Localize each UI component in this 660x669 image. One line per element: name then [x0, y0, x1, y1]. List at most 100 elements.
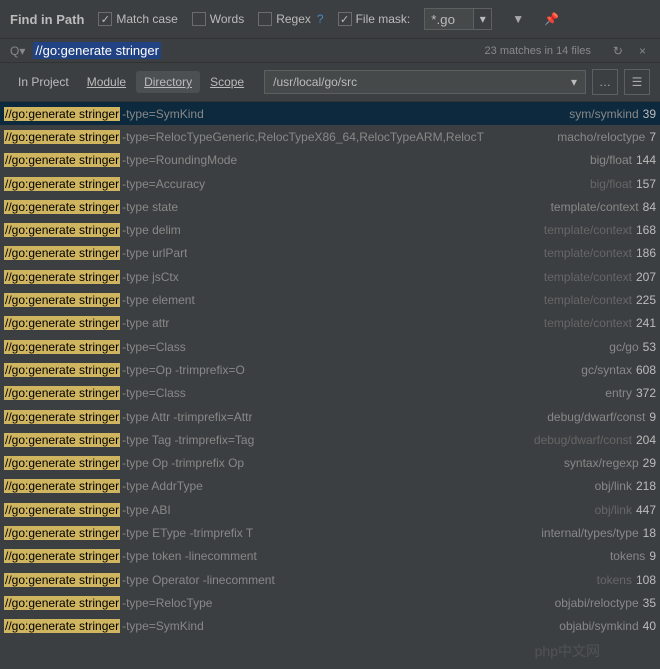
match-highlight: //go:generate stringer [4, 153, 120, 167]
header-bar: Find in Path Match case Words Regex ? Fi… [0, 0, 660, 39]
line-number: 35 [643, 596, 656, 610]
clear-icon[interactable]: × [639, 44, 646, 58]
line-number: 53 [643, 340, 656, 354]
file-path: syntax/regexp [564, 456, 639, 470]
file-path: template/context [544, 223, 632, 237]
search-input-wrap[interactable]: //go:generate stringer [33, 43, 476, 58]
match-highlight: //go:generate stringer [4, 107, 120, 121]
result-row[interactable]: //go:generate stringer -type token -line… [0, 545, 660, 568]
code-text: -type attr [122, 316, 169, 330]
file-path: template/context [544, 293, 632, 307]
line-number: 9 [649, 410, 656, 424]
checkbox-icon [258, 12, 272, 26]
dialog-title: Find in Path [10, 12, 84, 27]
match-highlight: //go:generate stringer [4, 410, 120, 424]
result-row[interactable]: //go:generate stringer -type Tag -trimpr… [0, 428, 660, 451]
result-row[interactable]: //go:generate stringer -type=Classgc/go5… [0, 335, 660, 358]
file-path: debug/dwarf/const [547, 410, 645, 424]
file-path: debug/dwarf/const [534, 433, 632, 447]
checkbox-icon [98, 12, 112, 26]
file-path: objabi/symkind [559, 619, 638, 633]
result-row[interactable]: //go:generate stringer -type=RelocTypeob… [0, 591, 660, 614]
code-text: -type ABI [122, 503, 171, 517]
match-highlight: //go:generate stringer [4, 130, 120, 144]
file-mask-input[interactable] [424, 8, 474, 30]
result-row[interactable]: //go:generate stringer -type EType -trim… [0, 521, 660, 544]
result-row[interactable]: //go:generate stringer -type=SymKindsym/… [0, 102, 660, 125]
watermark: php中文网 [535, 641, 600, 661]
regex-label: Regex [276, 12, 311, 26]
code-text: -type state [122, 200, 178, 214]
result-row[interactable]: //go:generate stringer -type=RelocTypeGe… [0, 125, 660, 148]
words-label: Words [210, 12, 244, 26]
code-text: -type Op -trimprefix Op [122, 456, 244, 470]
match-case-checkbox[interactable]: Match case [98, 12, 177, 26]
code-text: -type EType -trimprefix T [122, 526, 253, 540]
result-row[interactable]: //go:generate stringer -type AddrTypeobj… [0, 475, 660, 498]
match-highlight: //go:generate stringer [4, 619, 120, 633]
file-mask-checkbox[interactable]: File mask: [338, 12, 411, 26]
file-path: tokens [610, 549, 645, 563]
line-number: 39 [643, 107, 656, 121]
result-row[interactable]: //go:generate stringer -type statetempla… [0, 195, 660, 218]
result-row[interactable]: //go:generate stringer -type urlParttemp… [0, 242, 660, 265]
result-row[interactable]: //go:generate stringer -type delimtempla… [0, 218, 660, 241]
result-row[interactable]: //go:generate stringer -type=Accuracybig… [0, 172, 660, 195]
result-row[interactable]: //go:generate stringer -type elementtemp… [0, 288, 660, 311]
result-row[interactable]: //go:generate stringer -type=Op -trimpre… [0, 358, 660, 381]
result-row[interactable]: //go:generate stringer -type Op -trimpre… [0, 451, 660, 474]
file-path: big/float [590, 153, 632, 167]
match-highlight: //go:generate stringer [4, 479, 120, 493]
checkbox-icon [338, 12, 352, 26]
file-path: objabi/reloctype [555, 596, 639, 610]
match-highlight: //go:generate stringer [4, 223, 120, 237]
match-highlight: //go:generate stringer [4, 503, 120, 517]
line-number: 157 [636, 177, 656, 191]
line-number: 84 [643, 200, 656, 214]
result-row[interactable]: //go:generate stringer -type=SymKind obja… [0, 615, 660, 638]
match-highlight: //go:generate stringer [4, 386, 120, 400]
search-input[interactable]: //go:generate stringer [33, 42, 161, 59]
regex-checkbox[interactable]: Regex ? [258, 12, 323, 26]
file-path: sym/symkind [569, 107, 638, 121]
words-checkbox[interactable]: Words [192, 12, 244, 26]
file-path: obj/link [595, 479, 632, 493]
line-number: 204 [636, 433, 656, 447]
result-row[interactable]: //go:generate stringer -type=RoundingMod… [0, 149, 660, 172]
code-text: -type=SymKind [122, 619, 204, 633]
result-row[interactable]: //go:generate stringer -type attrtemplat… [0, 312, 660, 335]
match-highlight: //go:generate stringer [4, 340, 120, 354]
path-dropdown[interactable]: /usr/local/go/src ▾ [264, 70, 586, 94]
code-text: -type urlPart [122, 246, 187, 260]
filter-icon[interactable]: ▼ [512, 12, 524, 26]
file-mask-dropdown[interactable]: ▾ [474, 8, 492, 30]
line-number: 218 [636, 479, 656, 493]
tree-button[interactable]: ☰ [624, 69, 650, 95]
file-path: template/context [544, 270, 632, 284]
search-icon: Q▾ [10, 44, 25, 58]
result-row[interactable]: //go:generate stringer -type ABIobj/link… [0, 498, 660, 521]
scope-tab-module[interactable]: Module [79, 71, 134, 93]
file-path: gc/go [609, 340, 638, 354]
code-text: -type=Op -trimprefix=O [122, 363, 245, 377]
scope-tab-project[interactable]: In Project [10, 71, 77, 93]
result-row[interactable]: //go:generate stringer -type Operator -l… [0, 568, 660, 591]
line-number: 608 [636, 363, 656, 377]
file-mask-label: File mask: [356, 12, 411, 26]
scope-tab-directory[interactable]: Directory [136, 71, 200, 93]
result-row[interactable]: //go:generate stringer -type=Classentry3… [0, 382, 660, 405]
result-row[interactable]: //go:generate stringer -type jsCtxtempla… [0, 265, 660, 288]
match-highlight: //go:generate stringer [4, 270, 120, 284]
scope-tab-scope[interactable]: Scope [202, 71, 252, 93]
line-number: 447 [636, 503, 656, 517]
history-icon[interactable]: ↻ [613, 44, 623, 58]
browse-button[interactable]: … [592, 69, 618, 95]
pin-icon[interactable]: 📌 [544, 12, 559, 26]
result-row[interactable]: //go:generate stringer -type Attr -trimp… [0, 405, 660, 428]
path-value: /usr/local/go/src [273, 75, 357, 89]
file-mask-field: ▾ [424, 8, 492, 30]
code-text: -type element [122, 293, 195, 307]
line-number: 29 [643, 456, 656, 470]
code-text: -type=Class [122, 386, 186, 400]
help-icon[interactable]: ? [317, 12, 324, 26]
